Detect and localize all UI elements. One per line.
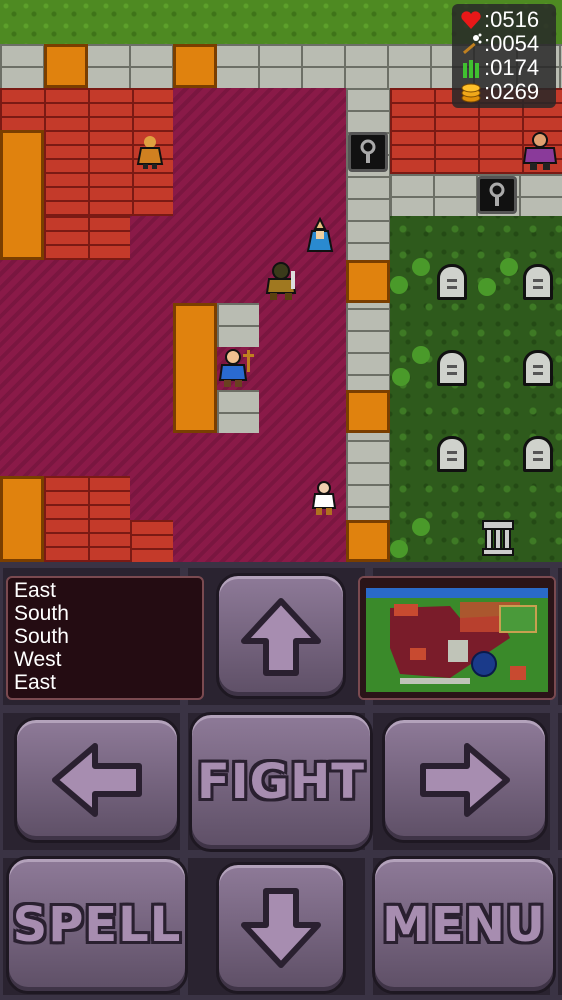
- spell-button[interactable]: SPELL: [6, 856, 188, 994]
- player-avatar[interactable]: [214, 346, 260, 390]
- keyhole-icon: [348, 132, 388, 172]
- door: [346, 260, 390, 303]
- tombstone: [523, 264, 553, 300]
- brick-wall: [0, 88, 173, 130]
- tombstone: [437, 350, 467, 386]
- food-stat: :0174: [458, 55, 550, 80]
- orc-enemy-sprite[interactable]: [258, 258, 304, 304]
- right-arrow-icon: [420, 743, 510, 817]
- gold-stat: :0269: [458, 79, 550, 104]
- food-value: :0174: [484, 55, 540, 80]
- door: [173, 303, 217, 433]
- heart-icon: [458, 9, 484, 31]
- left-button[interactable]: [14, 717, 180, 843]
- down-button[interactable]: [216, 862, 346, 994]
- hp-stat: :0516: [458, 7, 550, 32]
- bush: [478, 278, 496, 296]
- log-line: West: [14, 648, 62, 671]
- door: [346, 390, 390, 433]
- guard-sprite[interactable]: [518, 128, 562, 174]
- magic-value: :0054: [484, 31, 540, 56]
- door: [173, 44, 217, 88]
- bush: [390, 276, 408, 294]
- bush: [500, 258, 518, 276]
- log-line: East: [14, 671, 57, 694]
- bush: [392, 368, 410, 386]
- stats-panel: :0516 :0054 :0174 :0269: [452, 4, 556, 108]
- door: [346, 520, 390, 562]
- fight-button[interactable]: FIGHT: [189, 712, 373, 852]
- mage-sprite[interactable]: [300, 214, 340, 258]
- crypt-icon: [478, 518, 518, 558]
- door: [0, 476, 44, 562]
- log-line: East: [14, 579, 57, 602]
- tombstone: [437, 264, 467, 300]
- minimap[interactable]: [358, 576, 556, 700]
- brick-wall: [44, 216, 130, 260]
- gold-value: :0269: [484, 79, 540, 104]
- message-log: East South South West East: [6, 576, 204, 700]
- villager-sprite[interactable]: [304, 476, 344, 520]
- tombstone: [523, 436, 553, 472]
- brick-wall: [130, 520, 173, 562]
- keyhole-icon: [477, 176, 517, 214]
- hp-value: :0516: [484, 7, 540, 32]
- bush: [412, 346, 430, 364]
- down-arrow-icon: [241, 888, 321, 968]
- brick-wall: [44, 476, 130, 562]
- spell-label: SPELL: [12, 897, 182, 953]
- log-line: South: [14, 625, 69, 648]
- up-arrow-icon: [241, 598, 321, 676]
- food-icon: [458, 57, 484, 79]
- tombstone: [437, 436, 467, 472]
- fight-label: FIGHT: [197, 754, 365, 810]
- wand-icon: [458, 33, 484, 55]
- up-button[interactable]: [216, 573, 346, 699]
- menu-button[interactable]: MENU: [372, 856, 556, 994]
- merchant-sprite[interactable]: [130, 130, 170, 174]
- menu-label: MENU: [382, 897, 546, 953]
- bush: [390, 540, 408, 558]
- tombstone: [523, 350, 553, 386]
- door: [44, 44, 88, 88]
- right-button[interactable]: [382, 717, 548, 843]
- bush: [412, 518, 430, 536]
- door: [0, 130, 44, 260]
- stone-wall: [390, 174, 562, 216]
- game-map[interactable]: :0516 :0054 :0174 :0269: [0, 0, 562, 562]
- log-line: South: [14, 602, 69, 625]
- left-arrow-icon: [52, 743, 142, 817]
- stone-wall: [217, 390, 259, 433]
- magic-stat: :0054: [458, 31, 550, 56]
- bush: [412, 258, 430, 276]
- coins-icon: [458, 81, 484, 103]
- stone-wall: [217, 303, 259, 347]
